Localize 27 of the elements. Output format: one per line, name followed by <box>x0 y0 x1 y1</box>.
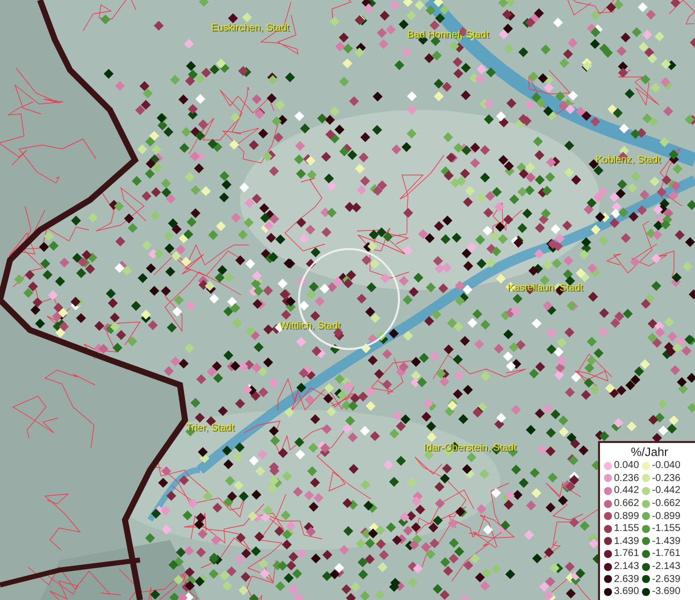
place-label: Trier, Stadt <box>186 422 234 434</box>
legend-value: 0.236 <box>614 472 640 484</box>
legend-title: %/Jahr <box>630 445 670 460</box>
place-label: Koblenz, Stadt <box>595 154 661 166</box>
legend-value: 2.143 <box>614 561 640 572</box>
legend-value: -0.899 <box>652 510 680 522</box>
legend-value: -0.442 <box>652 485 680 496</box>
legend-value: 0.442 <box>614 485 640 496</box>
legend-value: -0.040 <box>652 460 680 472</box>
legend-value: -1.439 <box>652 536 680 547</box>
legend-value: -1.761 <box>652 548 680 560</box>
legend-value: 0.040 <box>614 460 640 472</box>
legend-value: 0.899 <box>614 510 640 522</box>
legend-value: 1.761 <box>614 548 640 560</box>
legend-value: 2.639 <box>614 574 640 585</box>
legend-value: 1.155 <box>614 523 640 534</box>
legend-value: -0.662 <box>652 498 680 510</box>
place-label: Bad Honnef, Stadt <box>407 30 489 40</box>
legend-value: -1.155 <box>652 523 680 534</box>
legend-value: -2.143 <box>652 561 680 572</box>
legend-value: 0.662 <box>614 498 640 510</box>
legend-value: -2.639 <box>652 574 680 585</box>
legend-value: -0.236 <box>652 472 680 484</box>
place-label: Wittlich, Stadt <box>279 320 341 332</box>
legend-value: 1.439 <box>614 536 640 547</box>
legend-value: -3.690 <box>652 586 680 598</box>
legend-value: 3.690 <box>614 586 640 598</box>
